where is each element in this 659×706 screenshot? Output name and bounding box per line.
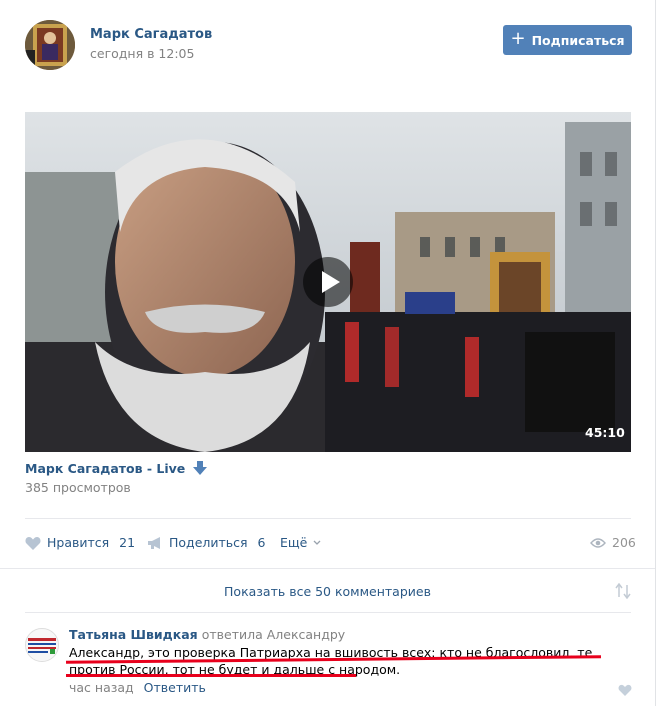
divider: [0, 568, 655, 569]
subscribe-label: Подписаться: [531, 32, 625, 48]
megaphone-icon: [148, 536, 160, 549]
divider: [25, 612, 631, 613]
sort-comments-button[interactable]: [614, 582, 632, 603]
comment-header: Татьяна Швидкая ответила Александру: [69, 627, 345, 642]
red-underline-annotation: [66, 674, 356, 677]
heart-icon: [25, 536, 41, 550]
plus-icon: +: [510, 28, 526, 49]
post-date[interactable]: сегодня в 12:05: [90, 46, 194, 61]
comment-reply-button[interactable]: Ответить: [144, 680, 206, 695]
like-count: 21: [119, 535, 136, 550]
comment-author[interactable]: Татьяна Швидкая: [69, 627, 198, 642]
comment-like-button[interactable]: [618, 681, 632, 700]
chevron-down-icon: [313, 540, 321, 545]
post-card: Марк Сагадатов сегодня в 12:05 + Подписа…: [0, 0, 656, 706]
share-label: Поделиться: [169, 535, 248, 550]
download-arrow-icon[interactable]: [192, 461, 207, 475]
comment-meta: час назад Ответить: [69, 680, 206, 695]
play-button[interactable]: [303, 257, 353, 307]
comment-time[interactable]: час назад: [69, 680, 134, 695]
comment-reply-to[interactable]: ответила Александру: [202, 627, 345, 642]
video-duration: 45:10: [585, 425, 625, 440]
views-count: 206: [612, 535, 636, 550]
show-all-comments-link[interactable]: Показать все 50 комментариев: [0, 584, 655, 599]
post-author-name[interactable]: Марк Сагадатов: [90, 27, 212, 42]
share-count: 6: [257, 535, 266, 550]
video-title: Марк Сагадатов - Live: [25, 461, 186, 476]
like-label: Нравится: [47, 535, 110, 550]
play-icon: [322, 271, 340, 293]
sort-arrows-icon: [615, 582, 631, 600]
video-title-link[interactable]: Марк Сагадатов - Live: [25, 461, 207, 476]
video-views: 385 просмотров: [25, 480, 131, 495]
more-button[interactable]: Ещё: [280, 535, 321, 550]
author-avatar[interactable]: [25, 20, 75, 70]
views-indicator: 206: [590, 535, 636, 550]
share-button[interactable]: Поделиться 6: [147, 535, 266, 550]
subscribe-button[interactable]: + Подписаться: [503, 25, 632, 55]
like-button[interactable]: Нравится 21: [25, 535, 135, 550]
more-label: Ещё: [280, 535, 308, 550]
eye-icon: [590, 537, 606, 548]
divider: [25, 518, 631, 519]
commenter-avatar[interactable]: [25, 628, 59, 662]
heart-icon: [618, 684, 632, 696]
